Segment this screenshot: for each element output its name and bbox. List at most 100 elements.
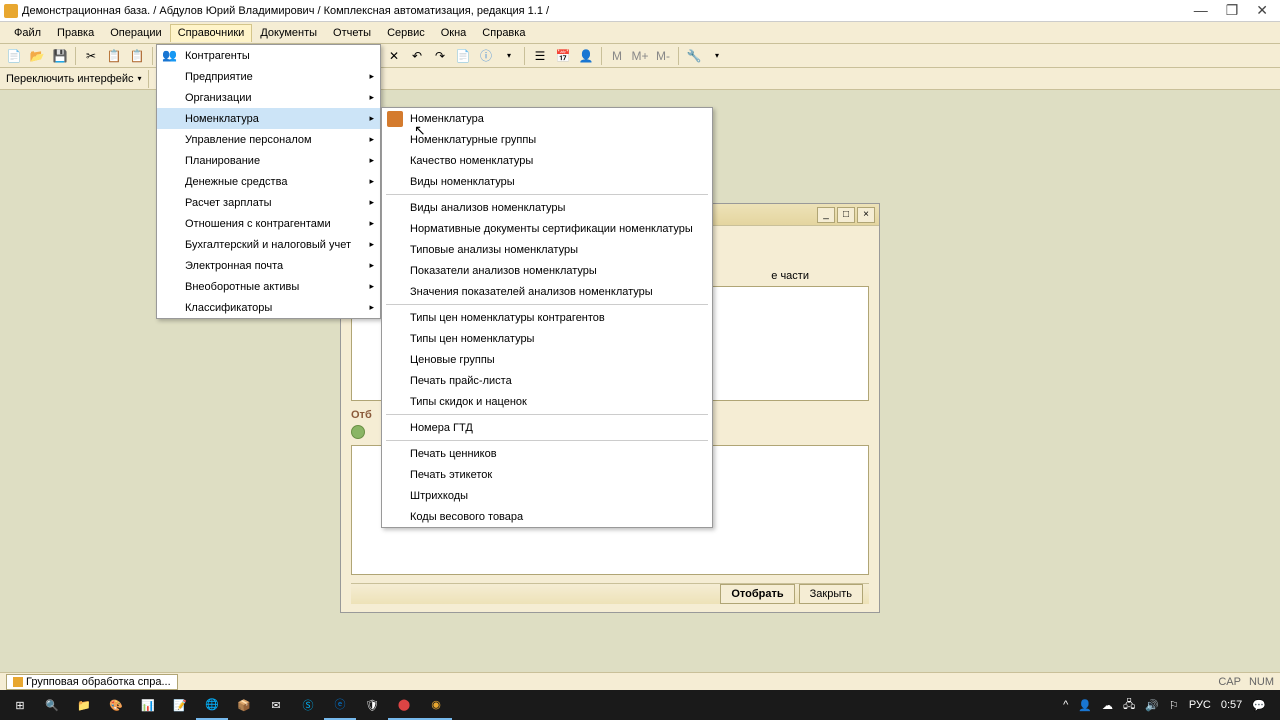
start-button[interactable]: ⊞ (4, 690, 36, 720)
app-icon (4, 4, 18, 18)
1c-icon[interactable]: ◉ (420, 690, 452, 720)
menu-item[interactable]: Денежные средства▸ (157, 171, 380, 192)
tray-notif-icon[interactable]: 💬 (1252, 699, 1266, 712)
menu-item[interactable]: Электронная почта▸ (157, 255, 380, 276)
menu-справочники[interactable]: Справочники (170, 24, 253, 42)
menu-документы[interactable]: Документы (252, 24, 325, 42)
mplus-icon[interactable]: M+ (630, 46, 650, 66)
close-button[interactable]: ✕ (1256, 2, 1268, 19)
undo-icon[interactable]: ↶ (407, 46, 427, 66)
menu-item[interactable]: Предприятие▸ (157, 66, 380, 87)
list-icon[interactable]: ☰ (530, 46, 550, 66)
menu-item[interactable]: Классификаторы▸ (157, 297, 380, 318)
tray-net-icon[interactable]: 🖧 (1123, 696, 1135, 715)
menu-справка[interactable]: Справка (474, 24, 533, 42)
dialog-minimize-icon[interactable]: _ (817, 207, 835, 223)
tray-flag-icon[interactable]: ⚐ (1169, 699, 1179, 712)
submenu-item[interactable]: Номенклатура (382, 108, 712, 129)
submenu-item-label: Печать прайс-листа (410, 375, 512, 387)
wrench-icon[interactable]: 🔧 (684, 46, 704, 66)
mminus-icon[interactable]: M- (653, 46, 673, 66)
menu-правка[interactable]: Правка (49, 24, 102, 42)
doc-icon[interactable]: 📄 (453, 46, 473, 66)
save-icon[interactable]: 💾 (50, 46, 70, 66)
dropdown-icon[interactable]: ▾ (499, 46, 519, 66)
app4-icon[interactable]: 📦 (228, 690, 260, 720)
menu-item[interactable]: Организации▸ (157, 87, 380, 108)
menu-item[interactable]: Отношения с контрагентами▸ (157, 213, 380, 234)
app3-icon[interactable]: 📝 (164, 690, 196, 720)
maximize-button[interactable]: ❐ (1226, 2, 1239, 19)
submenu-item[interactable]: Нормативные документы сертификации номен… (382, 218, 712, 239)
submenu-item[interactable]: Номера ГТД (382, 417, 712, 438)
status-tab[interactable]: Групповая обработка спра... (6, 674, 178, 690)
submenu-item[interactable]: Штрихкоды (382, 485, 712, 506)
copy-icon[interactable]: 📋 (104, 46, 124, 66)
redo-icon[interactable]: ↷ (430, 46, 450, 66)
skype-icon[interactable]: Ⓢ (292, 690, 324, 720)
tray-people-icon[interactable]: 👤 (1078, 699, 1092, 712)
info-icon[interactable]: ⓘ (476, 46, 496, 66)
m-icon[interactable]: M (607, 46, 627, 66)
submenu-item[interactable]: Коды весового товара (382, 506, 712, 527)
submenu-item[interactable]: Печать ценников (382, 443, 712, 464)
tray-lang[interactable]: РУС (1189, 699, 1211, 711)
menu-окна[interactable]: Окна (433, 24, 475, 42)
mail-icon[interactable]: ✉ (260, 690, 292, 720)
paste-icon[interactable]: 📋 (127, 46, 147, 66)
submenu-item[interactable]: Значения показателей анализов номенклату… (382, 281, 712, 302)
dropdown2-icon[interactable]: ▾ (707, 46, 727, 66)
tray-clock[interactable]: 0:57 (1221, 699, 1242, 711)
submenu-item-label: Печать ценников (410, 448, 497, 460)
cut-icon[interactable]: ✂ (81, 46, 101, 66)
chrome-icon[interactable]: 🌐 (196, 690, 228, 720)
submenu-item[interactable]: Виды анализов номенклатуры (382, 197, 712, 218)
app2-icon[interactable]: 📊 (132, 690, 164, 720)
edge-icon[interactable]: ⓔ (324, 690, 356, 720)
submenu-item[interactable]: Печать прайс-листа (382, 370, 712, 391)
submenu-item[interactable]: Печать этикеток (382, 464, 712, 485)
select-button[interactable]: Отобрать (720, 584, 794, 604)
menu-файл[interactable]: Файл (6, 24, 49, 42)
menu-item[interactable]: 👥Контрагенты (157, 45, 380, 66)
minimize-button[interactable]: — (1194, 2, 1208, 19)
search-icon[interactable]: 🔍 (36, 690, 68, 720)
tray-up-icon[interactable]: ^ (1063, 699, 1068, 711)
submenu-item[interactable]: Типы цен номенклатуры контрагентов (382, 307, 712, 328)
menu-item[interactable]: Расчет зарплаты▸ (157, 192, 380, 213)
menu-отчеты[interactable]: Отчеты (325, 24, 379, 42)
delete-icon[interactable]: ✕ (384, 46, 404, 66)
submenu-item[interactable]: Типы скидок и наценок (382, 391, 712, 412)
submenu-item[interactable]: Типы цен номенклатуры (382, 328, 712, 349)
menu-операции[interactable]: Операции (102, 24, 169, 42)
dialog-maximize-icon[interactable]: □ (837, 207, 855, 223)
shield-icon[interactable]: 🛡 (356, 690, 388, 720)
switch-interface-combo[interactable]: Переключить интерфейс ▾ (6, 73, 142, 85)
calendar-icon[interactable]: 📅 (553, 46, 573, 66)
submenu-item[interactable]: Ценовые группы (382, 349, 712, 370)
menu-item[interactable]: Планирование▸ (157, 150, 380, 171)
submenu-item[interactable]: Качество номенклатуры (382, 150, 712, 171)
app1-icon[interactable]: 🎨 (100, 690, 132, 720)
tray-cloud-icon[interactable]: ☁ (1102, 699, 1113, 712)
dialog-close-icon[interactable]: × (857, 207, 875, 223)
tray-vol-icon[interactable]: 🔊 (1145, 699, 1159, 712)
user-icon[interactable]: 👤 (576, 46, 596, 66)
submenu-item[interactable]: Номенклатурные группы (382, 129, 712, 150)
menu-item-label: Отношения с контрагентами (185, 218, 331, 230)
close-button[interactable]: Закрыть (799, 584, 863, 604)
explorer-icon[interactable]: 📁 (68, 690, 100, 720)
record-icon[interactable]: ⬤ (388, 690, 420, 720)
menu-item[interactable]: Управление персоналом▸ (157, 129, 380, 150)
submenu-item[interactable]: Типовые анализы номенклатуры (382, 239, 712, 260)
menu-сервис[interactable]: Сервис (379, 24, 433, 42)
cap-indicator: CAP (1218, 676, 1241, 688)
submenu-item[interactable]: Показатели анализов номенклатуры (382, 260, 712, 281)
menu-item[interactable]: Внеоборотные активы▸ (157, 276, 380, 297)
titlebar: Демонстрационная база. / Абдулов Юрий Вл… (0, 0, 1280, 22)
menu-item[interactable]: Бухгалтерский и налоговый учет▸ (157, 234, 380, 255)
submenu-item[interactable]: Виды номенклатуры (382, 171, 712, 192)
menu-item[interactable]: Номенклатура▸ (157, 108, 380, 129)
new-icon[interactable]: 📄 (4, 46, 24, 66)
open-icon[interactable]: 📂 (27, 46, 47, 66)
